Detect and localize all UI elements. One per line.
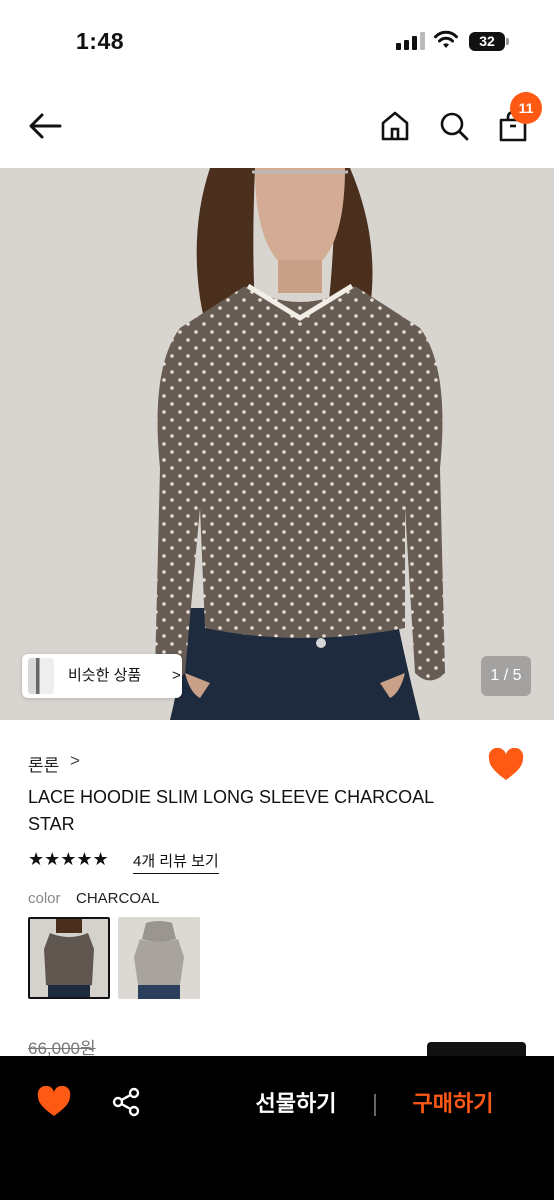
battery-cap [506, 38, 509, 45]
star-rating: ★★★★★ [28, 849, 109, 869]
color-value: CHARCOAL [76, 890, 160, 907]
similar-products-label: 비슷한 상품 [68, 667, 142, 684]
product-name: LACE HOODIE SLIM LONG SLEEVE CHARCOAL ST… [28, 787, 434, 834]
button-divider [374, 1094, 376, 1116]
similar-products-thumbnail [28, 658, 54, 694]
review-link[interactable]: 4개 리뷰 보기 [133, 850, 219, 874]
wifi-icon [434, 30, 458, 48]
heart-icon[interactable] [36, 1086, 72, 1118]
status-time: 1:48 [76, 28, 125, 54]
share-icon[interactable] [110, 1086, 142, 1118]
swatch-image [30, 919, 108, 997]
color-swatch-gray[interactable] [118, 917, 200, 999]
image-page-indicator: 1 / 5 [481, 656, 531, 696]
gift-button[interactable]: 선물하기 [240, 1084, 352, 1124]
heart-icon[interactable] [487, 748, 525, 782]
battery-indicator: 32 [469, 32, 505, 51]
signal-icon [396, 32, 426, 50]
brand-link[interactable]: 론론 [28, 751, 59, 776]
product-image[interactable] [0, 168, 554, 720]
swatch-image [118, 917, 200, 999]
cart-count-badge: 11 [510, 92, 542, 124]
bottom-action-bar: 선물하기 구매하기 [0, 1056, 554, 1200]
buy-button[interactable]: 구매하기 [396, 1084, 510, 1124]
color-label: color [28, 890, 61, 907]
brand-chevron-icon[interactable]: > [70, 751, 80, 771]
search-icon[interactable] [437, 108, 471, 144]
chevron-right-icon: > [172, 667, 181, 684]
similar-products-button[interactable]: 비슷한 상품 > [22, 654, 182, 698]
top-nav [0, 84, 554, 168]
status-bar: 1:48 32 [0, 0, 554, 84]
arrow-left-icon[interactable] [26, 108, 66, 144]
product-photo-illustration [0, 168, 554, 720]
color-swatch-charcoal[interactable] [28, 917, 110, 999]
home-icon[interactable] [378, 108, 412, 144]
